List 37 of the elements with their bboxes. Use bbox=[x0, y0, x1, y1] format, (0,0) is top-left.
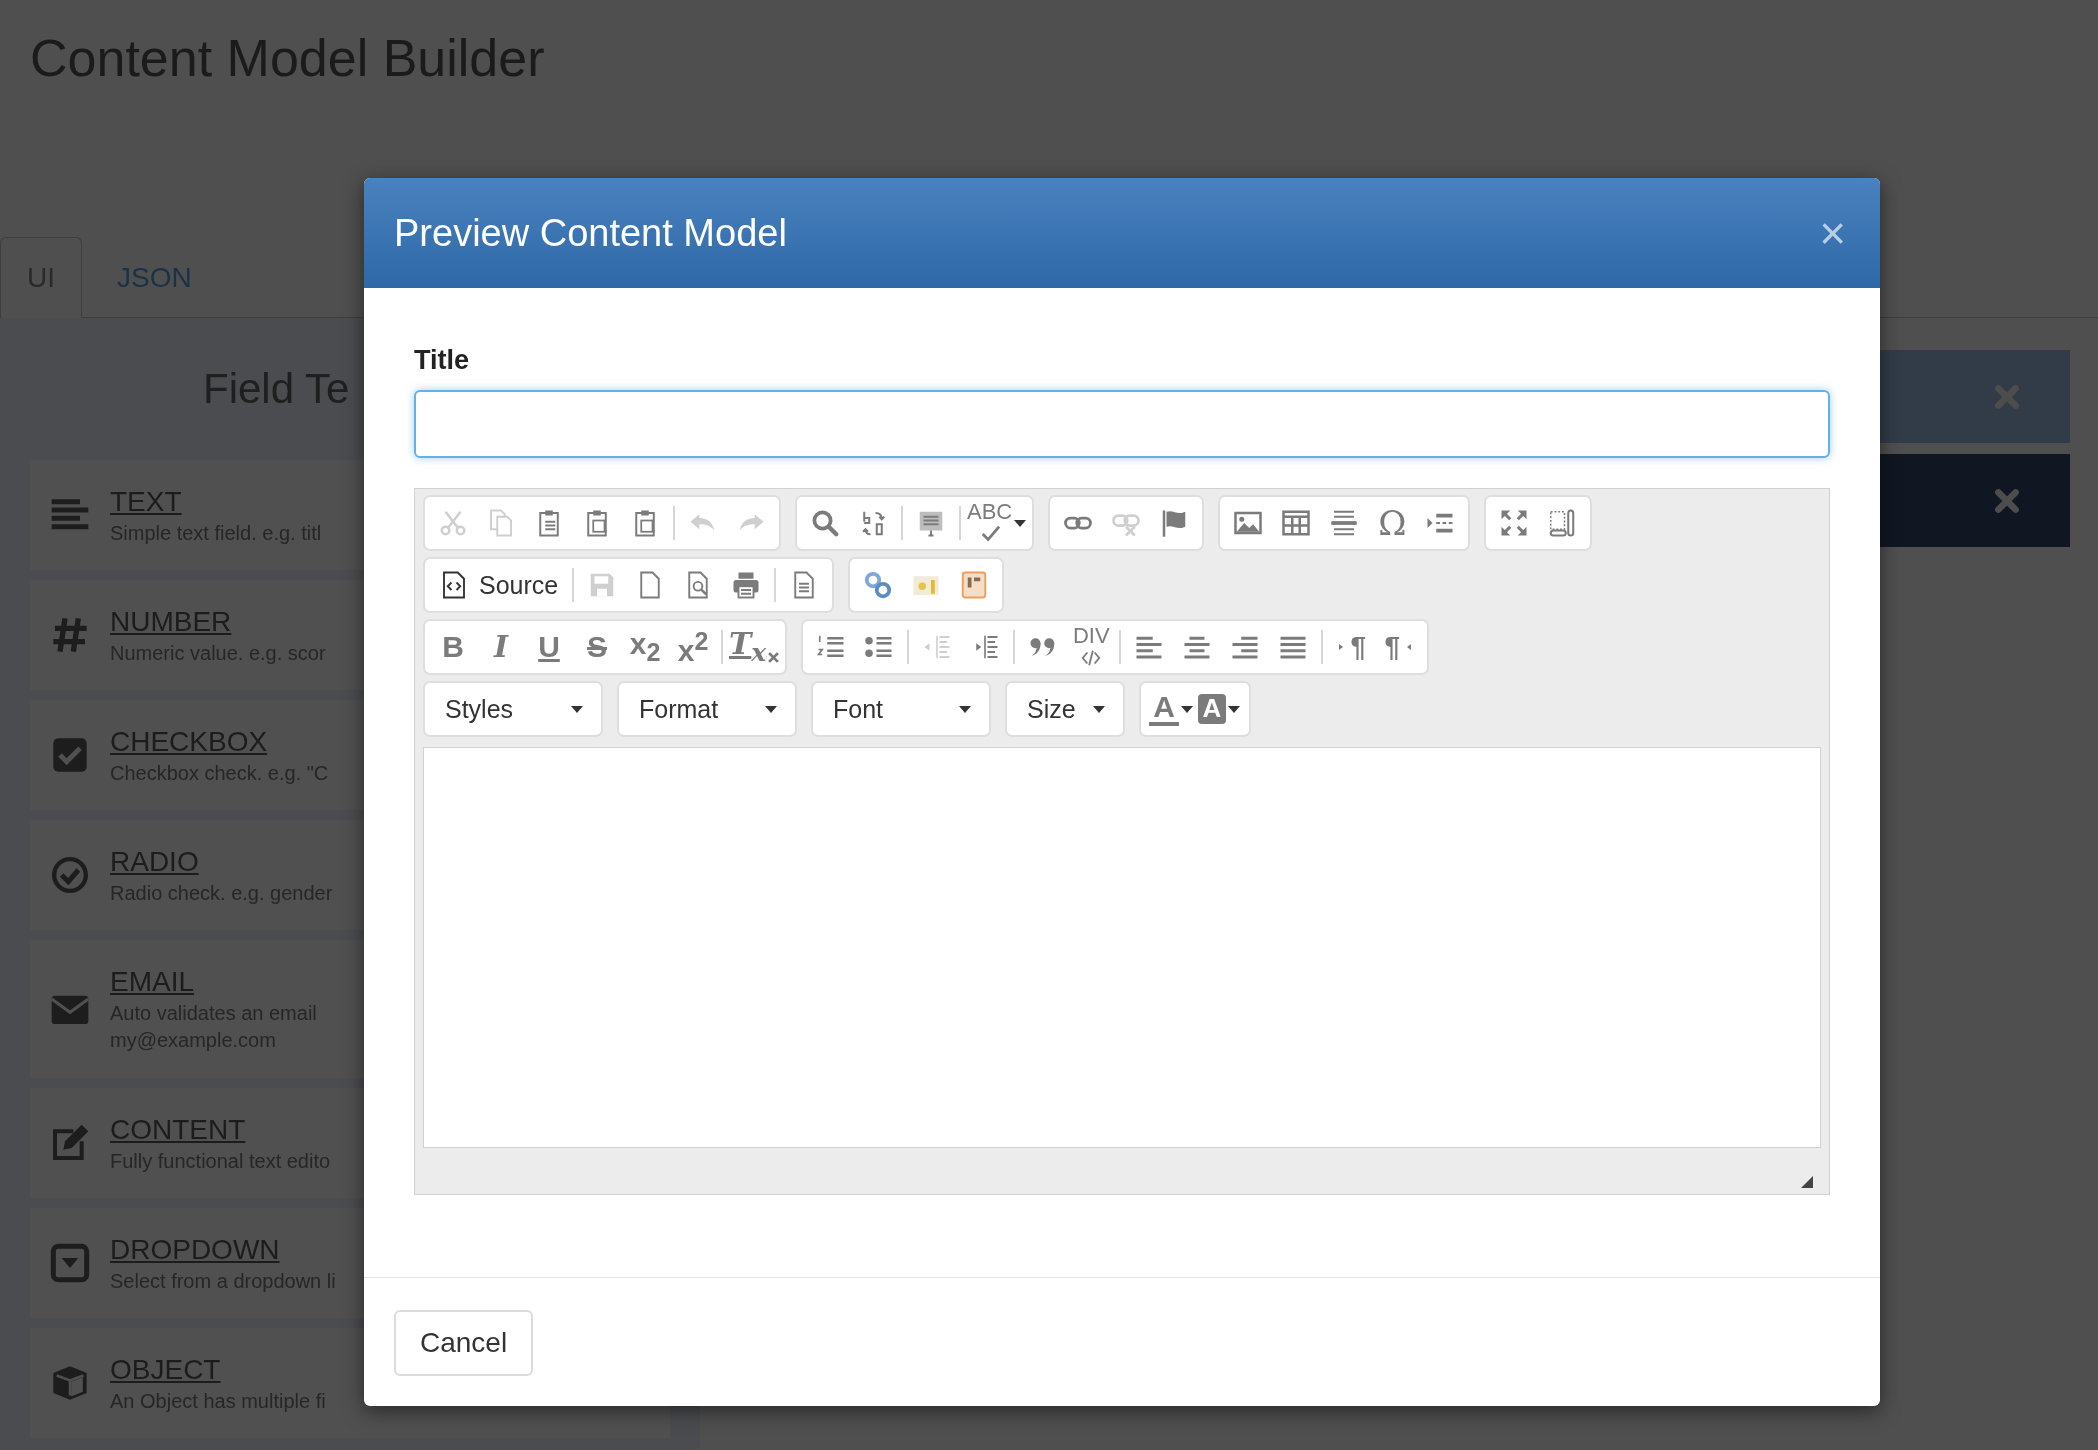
hash-icon bbox=[50, 615, 90, 655]
x-mark-icon bbox=[768, 652, 780, 663]
div-button[interactable]: DIV bbox=[1067, 623, 1116, 671]
field-label: Title bbox=[414, 345, 470, 376]
underline-button[interactable]: U bbox=[525, 623, 573, 671]
chain-icon bbox=[863, 570, 894, 600]
table-icon bbox=[1281, 508, 1312, 538]
font-dropdown[interactable]: Font bbox=[811, 681, 991, 737]
close-button[interactable]: × bbox=[1815, 210, 1850, 256]
italic-button[interactable]: I bbox=[477, 623, 525, 671]
omega-button[interactable]: Ω bbox=[1368, 499, 1417, 547]
cancel-button[interactable]: Cancel bbox=[394, 1310, 534, 1376]
spellcheck-button[interactable]: ABC bbox=[965, 499, 1029, 547]
strike-button[interactable]: S bbox=[573, 623, 621, 671]
size-dropdown[interactable]: Size bbox=[1005, 681, 1125, 737]
rtl-button[interactable]: ¶ bbox=[1375, 623, 1424, 671]
bold-button[interactable]: B bbox=[429, 623, 477, 671]
styles-dropdown[interactable]: Styles bbox=[423, 681, 603, 737]
scissors-icon bbox=[438, 508, 468, 538]
search-icon bbox=[810, 508, 840, 538]
ltr-button[interactable]: ¶ bbox=[1327, 623, 1376, 671]
superscript-button[interactable]: x$^{2}$ bbox=[669, 623, 717, 671]
dropdown-box-icon bbox=[50, 1243, 90, 1283]
edit-icon bbox=[50, 1123, 90, 1163]
modal-title: Preview Content Model bbox=[394, 211, 787, 255]
format-dropdown[interactable]: Format bbox=[617, 681, 797, 737]
background-color-button[interactable]: A bbox=[1195, 685, 1243, 733]
radio-check-icon bbox=[50, 855, 90, 895]
resize-handle-icon[interactable] bbox=[1801, 1176, 1813, 1188]
title-input[interactable] bbox=[414, 390, 1830, 458]
checkbox-icon bbox=[50, 735, 90, 775]
horizontal-rule-icon bbox=[1329, 508, 1360, 538]
remove-icon[interactable] bbox=[1994, 487, 2020, 514]
maximize-icon bbox=[1499, 508, 1530, 538]
subscript-button[interactable]: x$_{2}$ bbox=[621, 623, 669, 671]
printer-icon bbox=[731, 570, 762, 600]
remove-format-button[interactable]: T$_{x}$ bbox=[727, 623, 782, 671]
